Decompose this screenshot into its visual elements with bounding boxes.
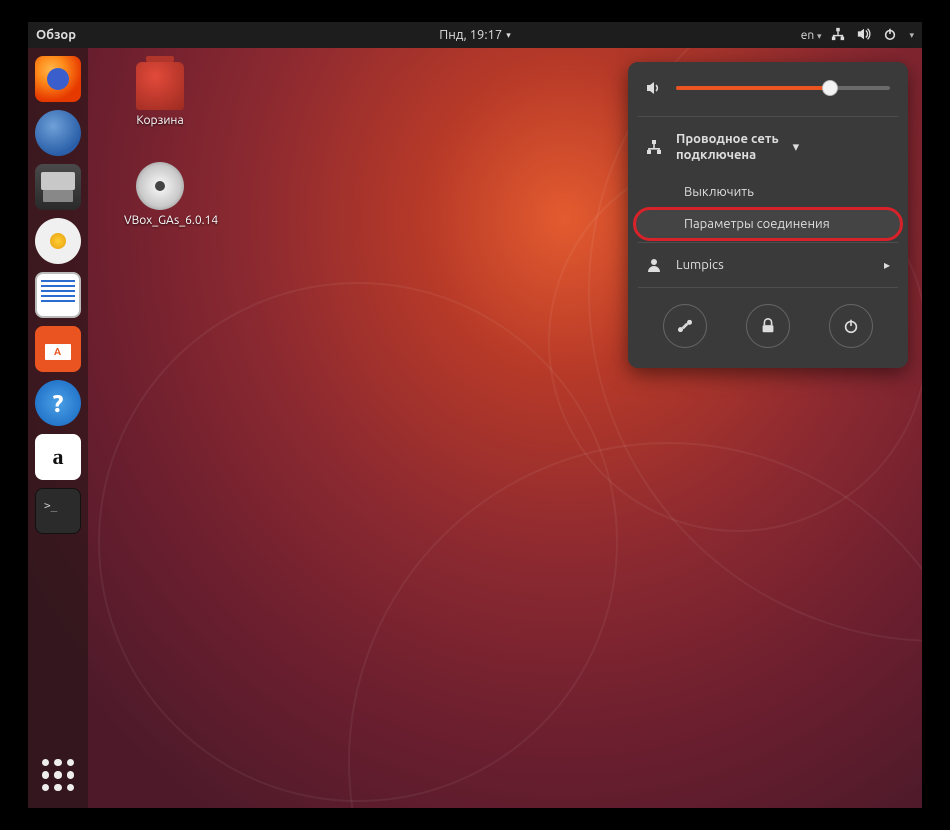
activities-button[interactable]: Обзор xyxy=(36,28,76,42)
network-status-label: Проводное сеть подключена xyxy=(676,131,779,164)
network-settings-item[interactable]: Параметры соединения xyxy=(634,208,902,240)
network-wired-icon xyxy=(831,27,847,43)
divider xyxy=(638,116,898,117)
top-bar: Обзор Пнд, 19:17 ▾ en ▾ ▾ xyxy=(28,22,922,48)
app-rhythmbox[interactable] xyxy=(35,218,81,264)
network-disconnect-item[interactable]: Выключить xyxy=(634,176,902,208)
user-icon xyxy=(646,257,662,273)
language-indicator[interactable]: en ▾ xyxy=(801,29,822,42)
chevron-right-icon: ▸ xyxy=(884,258,890,272)
user-section[interactable]: Lumpics ▸ xyxy=(628,245,908,285)
desktop-icon-label: Корзина xyxy=(124,114,196,128)
volume-icon xyxy=(646,80,662,96)
app-files[interactable] xyxy=(35,164,81,210)
power-button[interactable] xyxy=(829,304,873,348)
app-amazon[interactable]: a xyxy=(35,434,81,480)
volume-slider-thumb[interactable] xyxy=(822,80,838,96)
divider xyxy=(638,287,898,288)
power-icon xyxy=(883,27,899,43)
clock-label: Пнд, 19:17 xyxy=(439,28,502,42)
show-applications-button[interactable] xyxy=(35,752,81,798)
network-wired-icon xyxy=(646,139,662,155)
chevron-down-icon: ▾ xyxy=(506,30,511,41)
launcher-dock: ? a xyxy=(28,48,88,808)
desktop-icon-label: VBox_GAs_6.0.14 xyxy=(124,214,196,228)
volume-icon xyxy=(857,27,873,43)
settings-button[interactable] xyxy=(663,304,707,348)
divider xyxy=(638,242,898,243)
app-ubuntu-software[interactable] xyxy=(35,326,81,372)
volume-slider-fill xyxy=(676,86,830,90)
clock[interactable]: Пнд, 19:17 ▾ xyxy=(439,28,510,42)
chevron-down-icon: ▾ xyxy=(909,30,914,41)
desktop: Обзор Пнд, 19:17 ▾ en ▾ ▾ ? xyxy=(28,22,922,808)
system-menu-popover: Проводное сеть подключена ▾ Выключить Па… xyxy=(628,62,908,368)
disc-icon xyxy=(136,162,184,210)
volume-row xyxy=(628,62,908,114)
app-thunderbird[interactable] xyxy=(35,110,81,156)
user-name-label: Lumpics xyxy=(676,258,724,272)
desktop-icon-trash[interactable]: Корзина xyxy=(124,62,196,128)
desktop-icon-disc[interactable]: VBox_GAs_6.0.14 xyxy=(124,162,196,228)
lock-button[interactable] xyxy=(746,304,790,348)
app-libreoffice-writer[interactable] xyxy=(35,272,81,318)
app-help[interactable]: ? xyxy=(35,380,81,426)
app-terminal[interactable] xyxy=(35,488,81,534)
chevron-down-icon: ▾ xyxy=(793,140,800,155)
volume-slider[interactable] xyxy=(676,86,890,90)
action-buttons-row xyxy=(628,290,908,354)
network-section-header[interactable]: Проводное сеть подключена ▾ xyxy=(628,119,908,176)
trash-icon xyxy=(136,62,184,110)
app-firefox[interactable] xyxy=(35,56,81,102)
status-area[interactable]: en ▾ ▾ xyxy=(801,27,914,43)
